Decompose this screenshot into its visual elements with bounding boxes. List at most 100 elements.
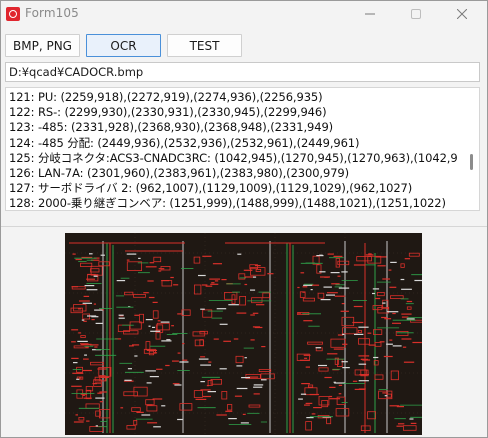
cad-label-mark xyxy=(87,273,96,276)
cad-label-mark xyxy=(406,300,413,303)
cad-label-mark xyxy=(327,253,334,255)
cad-label-mark xyxy=(250,339,255,341)
cad-label-mark xyxy=(89,344,99,346)
cad-label-mark xyxy=(165,364,170,367)
cad-label-mark xyxy=(250,289,256,291)
cad-label-mark xyxy=(382,392,389,394)
cad-label-mark xyxy=(388,269,392,271)
minimize-button[interactable] xyxy=(347,1,393,27)
cad-label-mark xyxy=(147,422,158,424)
cad-label-mark xyxy=(311,413,316,415)
app-logo-icon xyxy=(6,7,20,21)
cad-label-mark xyxy=(216,308,227,310)
cad-label-mark xyxy=(368,253,372,255)
cad-label-mark xyxy=(145,266,157,268)
cad-label-mark xyxy=(72,253,76,255)
cad-label-mark xyxy=(202,255,212,257)
cad-label-mark xyxy=(236,312,247,314)
cad-label-mark xyxy=(372,288,380,290)
result-line: 122: RS-: (2299,930),(2330,931),(2330,94… xyxy=(9,105,327,120)
cad-label-mark xyxy=(367,332,372,334)
cad-label-mark xyxy=(146,349,157,351)
cad-label-mark xyxy=(86,420,90,422)
cad-label-mark xyxy=(177,352,181,354)
maximize-button[interactable] xyxy=(393,1,439,27)
cad-label-mark xyxy=(146,382,152,384)
cad-label-mark xyxy=(84,354,87,356)
test-button[interactable]: TEST xyxy=(167,34,242,57)
cad-label-mark xyxy=(396,425,404,427)
cad-label-mark xyxy=(149,262,155,264)
cad-label-mark xyxy=(358,363,367,365)
cad-label-mark xyxy=(396,406,404,408)
cad-label-mark xyxy=(302,291,306,293)
cad-label-mark xyxy=(406,318,415,320)
cad-label-mark xyxy=(172,360,179,362)
cad-label-mark xyxy=(71,357,79,359)
cad-label-mark xyxy=(361,358,364,360)
cad-label-mark xyxy=(384,395,388,397)
cad-label-mark xyxy=(373,356,379,359)
file-path-input[interactable] xyxy=(5,62,480,82)
cad-label-mark xyxy=(300,272,305,274)
cad-label-mark xyxy=(126,253,137,255)
cad-label-mark xyxy=(132,344,140,346)
cad-label-mark xyxy=(326,292,338,294)
cad-label-mark xyxy=(100,254,105,256)
vertical-scrollbar-thumb[interactable] xyxy=(470,154,473,170)
cad-label-mark xyxy=(158,268,165,270)
cad-label-mark xyxy=(313,407,322,409)
cad-label-mark xyxy=(330,272,340,274)
cad-label-mark xyxy=(208,361,212,363)
cad-label-mark xyxy=(170,276,174,279)
cad-label-mark xyxy=(157,320,161,322)
cad-label-mark xyxy=(305,366,310,368)
cad-label-mark xyxy=(153,426,161,428)
cad-label-mark xyxy=(353,264,365,266)
title-bar[interactable]: Form105 xyxy=(1,1,487,27)
cad-label-mark xyxy=(73,362,78,364)
cad-label-mark xyxy=(358,355,370,357)
cad-label-mark xyxy=(76,378,80,380)
cad-label-mark xyxy=(382,278,390,280)
cad-label-mark xyxy=(225,410,233,412)
cad-label-mark xyxy=(327,353,338,355)
cad-label-mark xyxy=(228,304,239,306)
cad-label-mark xyxy=(146,404,153,406)
ocr-button[interactable]: OCR xyxy=(86,34,161,57)
cad-label-mark xyxy=(368,344,376,346)
cad-label-mark xyxy=(240,422,249,424)
cad-label-mark xyxy=(253,276,257,278)
cad-label-mark xyxy=(331,283,340,285)
cad-label-mark xyxy=(341,303,345,305)
cad-label-mark xyxy=(75,258,82,261)
cad-label-mark xyxy=(375,297,381,300)
cad-label-mark xyxy=(401,313,412,315)
cad-label-mark xyxy=(127,368,132,370)
cad-label-mark xyxy=(83,397,92,399)
cad-label-mark xyxy=(326,294,335,296)
cad-label-mark xyxy=(212,263,222,265)
cad-label-mark xyxy=(398,423,405,425)
cad-label-mark xyxy=(318,364,327,367)
bmp-png-button[interactable]: BMP, PNG xyxy=(5,34,80,57)
close-button[interactable] xyxy=(439,1,485,27)
cad-label-mark xyxy=(381,316,387,319)
cad-label-mark xyxy=(73,421,84,423)
cad-label-mark xyxy=(216,414,227,416)
cad-label-mark xyxy=(198,358,209,360)
cad-label-mark xyxy=(83,295,90,297)
cad-label-mark xyxy=(94,346,98,348)
cad-label-mark xyxy=(377,265,386,267)
ocr-results-textbox[interactable]: 121: PU: (2259,918),(2272,919),(2274,936… xyxy=(5,87,480,211)
result-line: 128: 2000-乗り継ぎコンベア: (1251,999),(1488,999… xyxy=(9,196,446,211)
cad-label-mark xyxy=(214,280,219,282)
cad-label-mark xyxy=(147,280,154,282)
cad-label-mark xyxy=(298,398,303,400)
cad-label-mark xyxy=(136,411,144,413)
cad-label-mark xyxy=(173,284,179,286)
cad-label-mark xyxy=(390,261,397,263)
cad-label-mark xyxy=(166,339,171,341)
cad-label-mark xyxy=(243,269,253,271)
result-line: 123: -485: (2331,928),(2368,930),(2368,9… xyxy=(9,120,334,135)
